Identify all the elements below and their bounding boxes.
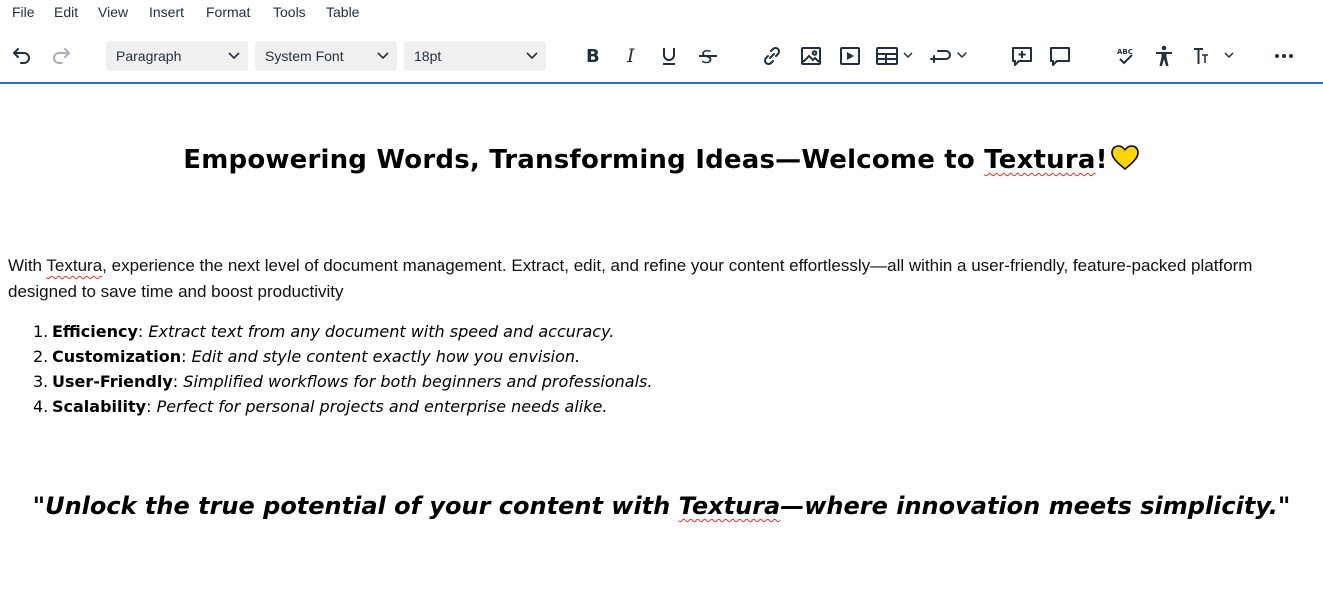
font-family-value: System Font — [265, 48, 344, 64]
spellcheck-button[interactable]: ABC — [1112, 38, 1138, 74]
menu-file[interactable]: File — [12, 3, 35, 21]
svg-text:B: B — [586, 46, 600, 66]
list-number: 3. — [33, 372, 49, 391]
menu-edit[interactable]: Edit — [54, 3, 78, 21]
list-item: 3. User-Friendly: Simplified workflows fo… — [33, 369, 652, 394]
template-button[interactable] — [928, 38, 970, 74]
redo-button[interactable] — [47, 38, 75, 74]
text-size-icon — [1194, 48, 1234, 64]
list-number: 1. — [33, 322, 49, 341]
link-icon — [763, 46, 781, 66]
image-button[interactable] — [797, 38, 825, 74]
intro-brand: Textura — [46, 256, 103, 275]
template-icon — [930, 50, 967, 63]
table-button[interactable] — [874, 38, 916, 74]
redo-icon — [53, 48, 70, 64]
document-heading: Empowering Words, Transforming Ideas—Wel… — [0, 144, 1323, 175]
more-icon — [1275, 54, 1293, 58]
font-size-value: 18pt — [414, 48, 442, 64]
chevron-down-icon — [228, 52, 240, 60]
intro-rest: , experience the next level of document … — [8, 256, 1253, 301]
heading-brand: Textura — [984, 145, 1096, 175]
feature-description: Edit and style content exactly how you e… — [191, 347, 581, 366]
heading-text: Empowering Words, Transforming Ideas—Wel… — [183, 145, 985, 175]
underline-button[interactable] — [656, 38, 682, 74]
table-icon — [876, 47, 913, 65]
block-format-select[interactable]: Paragraph — [106, 41, 248, 71]
font-size-select[interactable]: 18pt — [404, 41, 546, 71]
accessibility-icon — [1156, 45, 1172, 66]
spellcheck-icon: ABC — [1117, 48, 1133, 65]
feature-name: User-Friendly — [52, 372, 173, 391]
add-comment-button[interactable] — [1008, 38, 1036, 74]
media-button[interactable] — [836, 38, 864, 74]
underline-icon — [663, 48, 675, 65]
intro-paragraph: With Textura, experience the next level … — [8, 253, 1308, 305]
chevron-down-icon — [377, 52, 389, 60]
feature-description: Perfect for personal projects and enterp… — [156, 397, 608, 416]
menu-format[interactable]: Format — [206, 3, 250, 21]
more-button[interactable] — [1270, 38, 1298, 74]
italic-icon: I — [626, 46, 635, 66]
quote-start: "Unlock the true potential of your conte… — [32, 492, 679, 520]
editor-content[interactable]: Empowering Words, Transforming Ideas—Wel… — [0, 84, 1323, 593]
menu-insert[interactable]: Insert — [149, 3, 184, 21]
accessibility-button[interactable] — [1151, 38, 1177, 74]
toolbar: Paragraph System Font 18pt B I S — [0, 38, 1323, 76]
closing-quote: "Unlock the true potential of your conte… — [0, 492, 1323, 520]
list-item: 2. Customization: Edit and style content … — [33, 344, 652, 369]
bold-icon: B — [586, 46, 600, 66]
feature-description: Extract text from any document with spee… — [148, 322, 615, 341]
undo-icon — [13, 48, 30, 64]
image-icon — [801, 47, 821, 65]
list-item: 4. Scalability: Perfect for personal proj… — [33, 394, 652, 419]
block-format-value: Paragraph — [116, 48, 182, 64]
menu-bar: File Edit View Insert Format Tools Table — [0, 0, 1323, 24]
strikethrough-icon: S — [699, 47, 717, 67]
list-item: 1. Efficiency: Extract text from any docu… — [33, 319, 652, 344]
quote-brand: Textura — [678, 492, 781, 520]
list-number: 4. — [33, 397, 49, 416]
font-family-select[interactable]: System Font — [255, 41, 397, 71]
comments-icon — [1050, 47, 1070, 66]
intro-start: With — [8, 256, 47, 275]
add-comment-icon — [1012, 47, 1032, 66]
svg-text:I: I — [626, 46, 635, 66]
feature-list: 1. Efficiency: Extract text from any docu… — [33, 319, 652, 419]
quote-end: —where innovation meets simplicity." — [780, 492, 1291, 520]
heading-exclamation: ! — [1095, 145, 1108, 175]
undo-button[interactable] — [8, 38, 36, 74]
strikethrough-button[interactable]: S — [695, 38, 721, 74]
comments-button[interactable] — [1046, 38, 1074, 74]
feature-description: Simplified workflows for both beginners … — [183, 372, 653, 391]
feature-name: Customization — [52, 347, 182, 366]
media-icon — [840, 47, 860, 65]
menu-tools[interactable]: Tools — [273, 3, 306, 21]
link-button[interactable] — [758, 38, 786, 74]
yellow-heart-icon — [1110, 145, 1139, 170]
menu-view[interactable]: View — [98, 3, 128, 21]
bold-button[interactable]: B — [580, 38, 606, 74]
text-size-button[interactable] — [1188, 38, 1238, 74]
list-number: 2. — [33, 347, 49, 366]
svg-text:ABC: ABC — [1117, 48, 1133, 56]
menu-table[interactable]: Table — [326, 3, 359, 21]
italic-button[interactable]: I — [619, 38, 645, 74]
chevron-down-icon — [526, 52, 538, 60]
feature-name: Efficiency — [52, 322, 138, 341]
feature-name: Scalability — [52, 397, 147, 416]
